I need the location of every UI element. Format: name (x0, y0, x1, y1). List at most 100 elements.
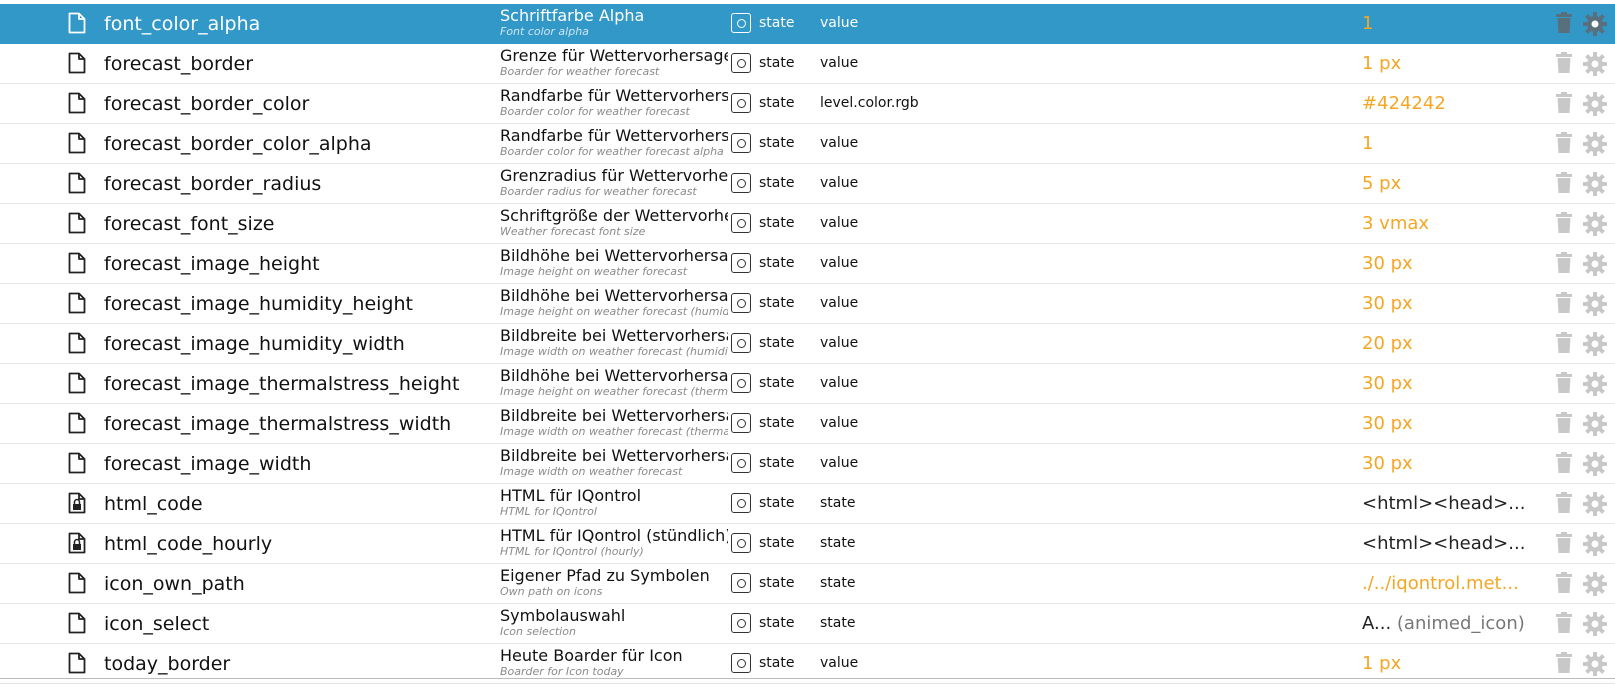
object-role: level.color.rgb (820, 95, 919, 111)
object-description: Symbolauswahl Icon selection (500, 606, 728, 639)
value-text: 30 px (1362, 293, 1413, 314)
object-value[interactable]: <html><head>... (1362, 533, 1525, 554)
delete-icon[interactable] (1555, 532, 1573, 554)
table-row[interactable]: forecast_font_size Schriftgröße der Wett… (0, 204, 1615, 244)
object-description: HTML für IQontrol HTML for IQontrol (500, 486, 728, 519)
object-id: html_code (104, 493, 203, 515)
value-text: 20 px (1362, 333, 1413, 354)
table-row[interactable]: forecast_border_color_alpha Randfarbe fü… (0, 124, 1615, 164)
object-value[interactable]: 3 vmax (1362, 213, 1429, 234)
delete-icon[interactable] (1555, 412, 1573, 434)
delete-icon[interactable] (1555, 452, 1573, 474)
settings-gear-icon[interactable] (1583, 332, 1607, 356)
object-value[interactable]: 30 px (1362, 293, 1413, 314)
delete-icon[interactable] (1555, 92, 1573, 114)
settings-gear-icon[interactable] (1583, 492, 1607, 516)
settings-gear-icon[interactable] (1583, 572, 1607, 596)
object-value[interactable]: #424242 (1362, 93, 1446, 114)
object-id: today_border (104, 653, 231, 675)
settings-gear-icon[interactable] (1583, 12, 1607, 36)
delete-icon[interactable] (1555, 652, 1573, 674)
table-row[interactable]: font_color_alpha Schriftfarbe Alpha Font… (0, 4, 1615, 44)
settings-gear-icon[interactable] (1583, 92, 1607, 116)
table-row[interactable]: forecast_border Grenze für Wettervorhers… (0, 44, 1615, 84)
file-icon (68, 612, 86, 634)
table-row[interactable]: forecast_image_thermalstress_height Bild… (0, 364, 1615, 404)
delete-icon[interactable] (1555, 252, 1573, 274)
object-value[interactable]: 20 px (1362, 333, 1413, 354)
value-text: 30 px (1362, 413, 1413, 434)
file-icon (68, 332, 86, 354)
object-type: state (759, 295, 795, 311)
description-translation: Font color alpha (500, 25, 589, 38)
file-icon (68, 52, 86, 74)
settings-gear-icon[interactable] (1583, 132, 1607, 156)
table-row[interactable]: forecast_image_humidity_height Bildhöhe … (0, 284, 1615, 324)
settings-gear-icon[interactable] (1583, 652, 1607, 676)
table-row[interactable]: forecast_border_color Randfarbe für Wett… (0, 84, 1615, 124)
settings-gear-icon[interactable] (1583, 172, 1607, 196)
table-row[interactable]: forecast_image_humidity_width Bildbreite… (0, 324, 1615, 364)
table-row[interactable]: forecast_image_thermalstress_width Bildb… (0, 404, 1615, 444)
object-role: value (820, 175, 859, 191)
object-type: state (759, 495, 795, 511)
object-role: value (820, 335, 859, 351)
settings-gear-icon[interactable] (1583, 52, 1607, 76)
value-text: 30 px (1362, 373, 1413, 394)
object-value[interactable]: <html><head>... (1362, 493, 1525, 514)
list-bottom-border (0, 678, 1615, 679)
file-icon (68, 412, 86, 434)
description-translation: Image height on weather forecast (therma… (500, 385, 728, 398)
object-value[interactable]: 1 (1362, 133, 1373, 154)
delete-icon[interactable] (1555, 52, 1573, 74)
delete-icon[interactable] (1555, 12, 1573, 34)
settings-gear-icon[interactable] (1583, 252, 1607, 276)
object-value[interactable]: 30 px (1362, 413, 1413, 434)
delete-icon[interactable] (1555, 372, 1573, 394)
table-row[interactable]: html_code HTML für IQontrol HTML for IQo… (0, 484, 1615, 524)
table-row[interactable]: forecast_image_height Bildhöhe bei Wette… (0, 244, 1615, 284)
settings-gear-icon[interactable] (1583, 612, 1607, 636)
object-value[interactable]: 1 (1362, 13, 1373, 34)
object-role: state (820, 575, 856, 591)
object-value[interactable]: A... (animed_icon) (1362, 613, 1525, 634)
table-row[interactable]: forecast_image_width Bildbreite bei Wett… (0, 444, 1615, 484)
object-value[interactable]: 1 px (1362, 653, 1401, 674)
delete-icon[interactable] (1555, 212, 1573, 234)
settings-gear-icon[interactable] (1583, 212, 1607, 236)
state-type-icon (731, 293, 751, 313)
object-value[interactable]: 30 px (1362, 253, 1413, 274)
table-row[interactable]: icon_select Symbolauswahl Icon selection… (0, 604, 1615, 644)
settings-gear-icon[interactable] (1583, 532, 1607, 556)
object-description: Grenze für Wettervorhersage Boarder for … (500, 46, 728, 79)
object-value[interactable]: ./../iqontrol.met... (1362, 573, 1519, 594)
value-text: 30 px (1362, 253, 1413, 274)
value-text: 3 vmax (1362, 213, 1430, 234)
delete-icon[interactable] (1555, 492, 1573, 514)
object-value[interactable]: 1 px (1362, 53, 1401, 74)
settings-gear-icon[interactable] (1583, 452, 1607, 476)
object-description: Bildbreite bei Wettervorhersag Image wid… (500, 326, 728, 359)
delete-icon[interactable] (1555, 332, 1573, 354)
settings-gear-icon[interactable] (1583, 412, 1607, 436)
table-row[interactable]: html_code_hourly HTML für IQontrol (stün… (0, 524, 1615, 564)
state-type-icon (731, 333, 751, 353)
object-type: state (759, 375, 795, 391)
delete-icon[interactable] (1555, 572, 1573, 594)
settings-gear-icon[interactable] (1583, 372, 1607, 396)
file-icon (68, 92, 86, 114)
description-text: Symbolauswahl (500, 606, 626, 625)
object-value[interactable]: 30 px (1362, 373, 1413, 394)
object-value[interactable]: 30 px (1362, 453, 1413, 474)
table-row[interactable]: icon_own_path Eigener Pfad zu Symbolen O… (0, 564, 1615, 604)
object-role: value (820, 255, 859, 271)
delete-icon[interactable] (1555, 172, 1573, 194)
settings-gear-icon[interactable] (1583, 292, 1607, 316)
object-value[interactable]: 5 px (1362, 173, 1401, 194)
table-row[interactable]: forecast_border_radius Grenzradius für W… (0, 164, 1615, 204)
delete-icon[interactable] (1555, 292, 1573, 314)
object-id: forecast_border_color_alpha (104, 133, 372, 155)
delete-icon[interactable] (1555, 132, 1573, 154)
delete-icon[interactable] (1555, 612, 1573, 634)
description-text: Randfarbe für Wettervorhersa (500, 126, 728, 145)
